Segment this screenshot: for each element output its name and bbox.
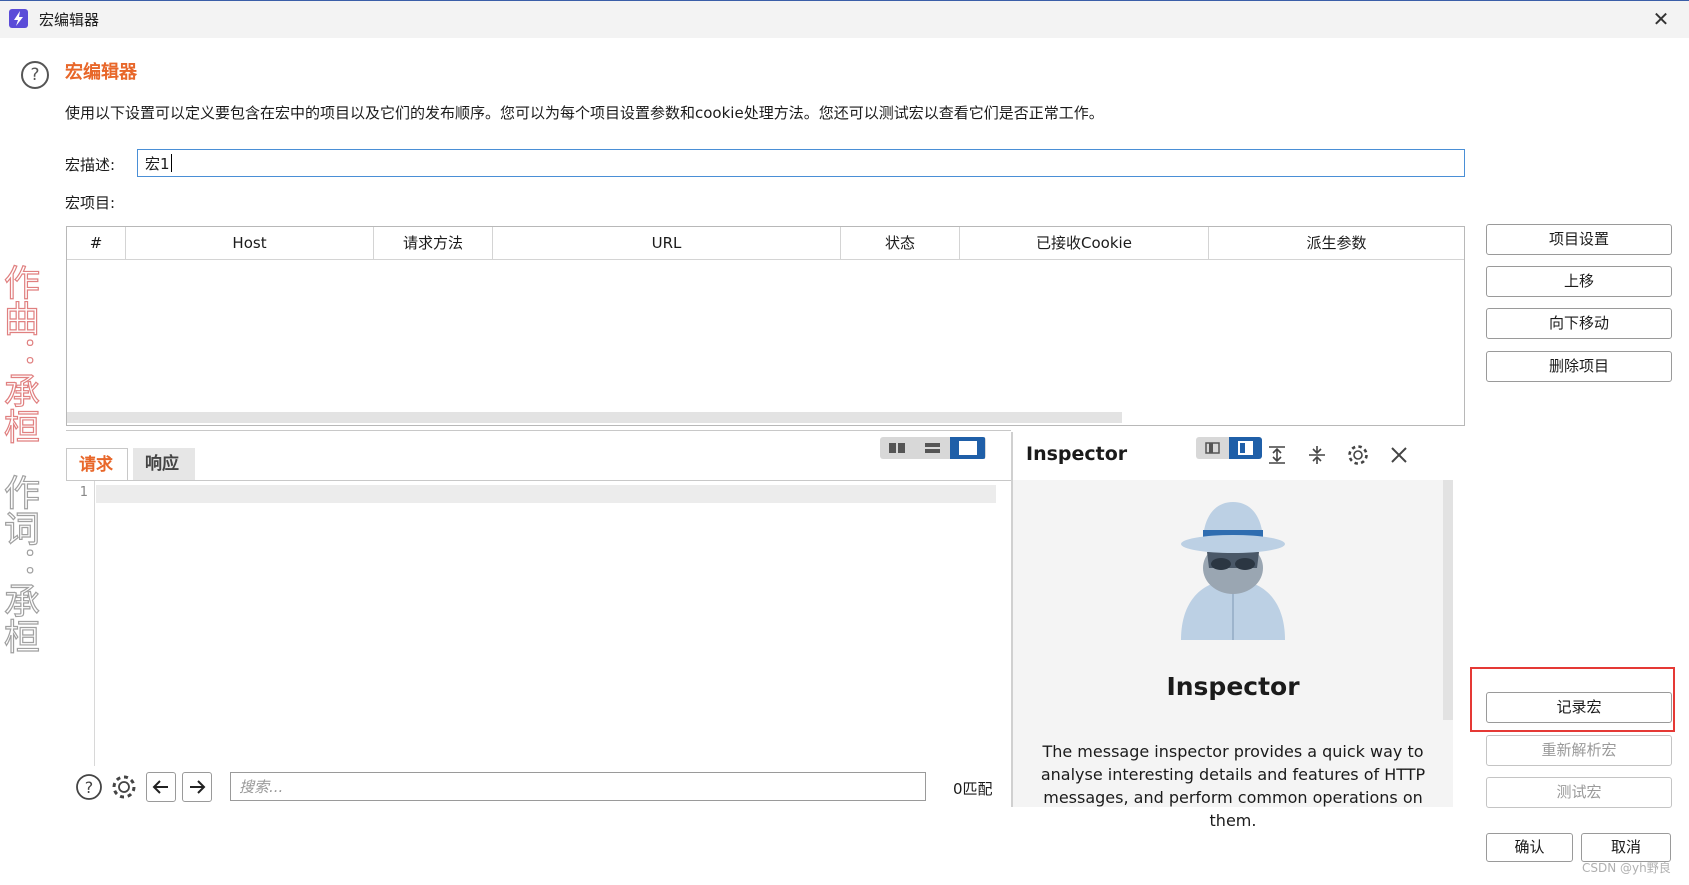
inspector-title: Inspector — [1026, 443, 1128, 465]
column-header-method[interactable]: 请求方法 — [374, 227, 493, 259]
expand-all-icon[interactable] — [1265, 443, 1289, 467]
search-bar: ? 搜索... 0匹配 — [66, 766, 1011, 806]
test-macro-button[interactable]: 测试宏 — [1486, 777, 1672, 808]
close-icon[interactable]: ✕ — [1650, 8, 1672, 30]
page-description: 使用以下设置可以定义要包含在宏中的项目以及它们的发布顺序。您可以为每个项目设置参… — [65, 104, 1104, 122]
previous-arrow-icon[interactable] — [146, 772, 176, 802]
layout-split-horizontal-icon[interactable] — [915, 437, 950, 459]
search-input[interactable]: 搜索... — [230, 772, 926, 801]
inspector-heading: Inspector — [1166, 672, 1300, 701]
match-count: 0匹配 — [953, 780, 993, 798]
svg-text:?: ? — [85, 778, 94, 797]
watermark-lyricist: 作词：承桓 — [0, 473, 40, 654]
annotation-highlight-box — [1470, 667, 1675, 732]
inspector-dock-left-icon[interactable] — [1196, 437, 1229, 459]
text-caret — [170, 154, 172, 172]
column-header-url[interactable]: URL — [493, 227, 841, 259]
macro-description-label: 宏描述: — [65, 156, 116, 174]
column-header-cookies[interactable]: 已接收Cookie — [960, 227, 1209, 259]
layout-split-vertical-icon[interactable] — [880, 437, 915, 459]
close-icon[interactable] — [1387, 443, 1411, 467]
current-line-highlight — [96, 485, 996, 503]
delete-item-button[interactable]: 删除项目 — [1486, 351, 1672, 382]
line-number: 1 — [79, 485, 88, 500]
request-editor[interactable]: 1 — [66, 480, 1011, 766]
column-header-host[interactable]: Host — [126, 227, 374, 259]
tab-response[interactable]: 响应 — [133, 448, 195, 480]
inspector-layout-toggle — [1196, 437, 1262, 459]
column-header-params[interactable]: 派生参数 — [1209, 227, 1464, 259]
collapse-all-icon[interactable] — [1305, 443, 1329, 467]
app-icon — [9, 9, 28, 28]
gear-icon[interactable] — [109, 772, 139, 802]
panel-divider — [66, 430, 1011, 431]
macro-description-value: 宏1 — [145, 155, 170, 173]
inspector-dock-right-icon[interactable] — [1229, 437, 1262, 459]
ok-button[interactable]: 确认 — [1486, 833, 1573, 862]
watermark-composer: 作曲：承桓 — [0, 263, 40, 444]
help-icon[interactable]: ? — [74, 772, 104, 802]
page-title: 宏编辑器 — [65, 62, 137, 83]
line-number-gutter: 1 — [66, 481, 95, 766]
inspector-description: The message inspector provides a quick w… — [1040, 742, 1426, 830]
macro-items-label: 宏项目: — [65, 194, 116, 212]
column-header-status[interactable]: 状态 — [841, 227, 960, 259]
window-title: 宏编辑器 — [39, 11, 100, 29]
gear-icon[interactable] — [1346, 443, 1370, 467]
help-icon[interactable]: ? — [21, 61, 49, 89]
move-up-button[interactable]: 上移 — [1486, 266, 1672, 297]
reanalyze-macro-button[interactable]: 重新解析宏 — [1486, 735, 1672, 766]
move-down-button[interactable]: 向下移动 — [1486, 308, 1672, 339]
item-settings-button[interactable]: 项目设置 — [1486, 224, 1672, 255]
credit-watermark: CSDN @yh野良 — [1582, 861, 1671, 875]
tab-request[interactable]: 请求 — [66, 448, 128, 480]
table-header: # Host 请求方法 URL 状态 已接收Cookie 派生参数 — [67, 227, 1464, 260]
macro-items-table[interactable]: # Host 请求方法 URL 状态 已接收Cookie 派生参数 — [66, 226, 1465, 426]
macro-description-input[interactable]: 宏1 — [137, 149, 1465, 177]
cancel-button[interactable]: 取消 — [1581, 833, 1671, 862]
layout-toggle — [880, 437, 986, 459]
column-header-index[interactable]: # — [67, 227, 126, 259]
layout-single-icon[interactable] — [950, 437, 985, 459]
title-bar — [0, 0, 1689, 38]
table-horizontal-scrollbar[interactable] — [67, 412, 1122, 423]
inspector-detective-icon — [1163, 490, 1303, 640]
next-arrow-icon[interactable] — [182, 772, 212, 802]
